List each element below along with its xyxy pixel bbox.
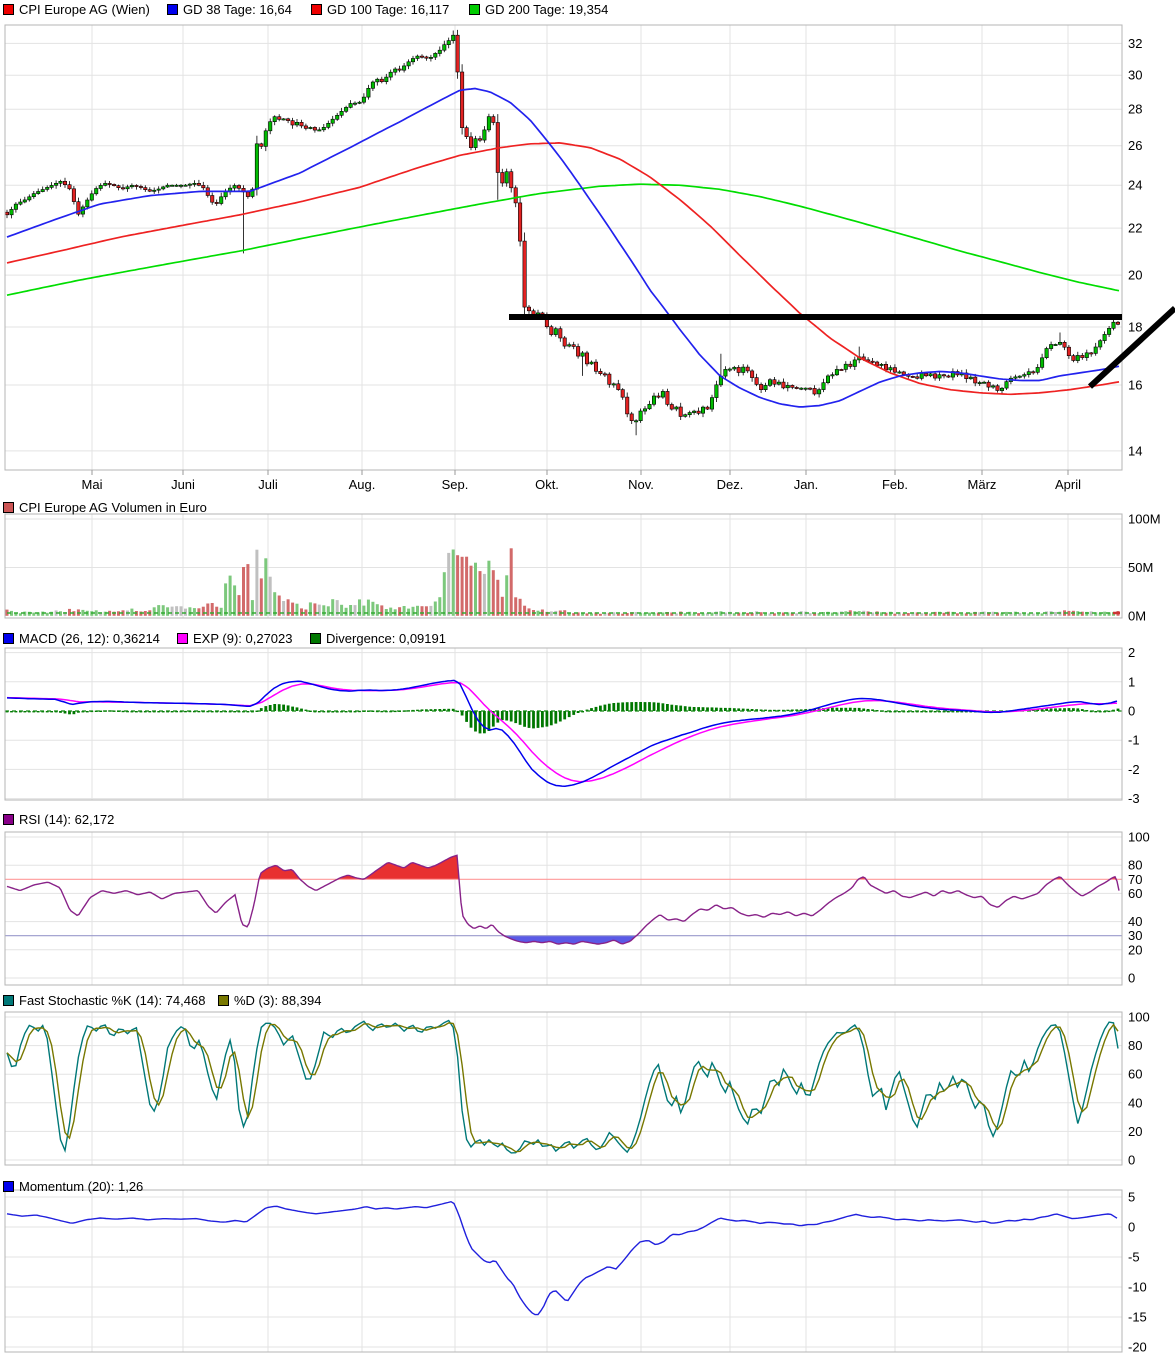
legend-label: CPI Europe AG Volumen in Euro (19, 500, 207, 515)
svg-text:-15: -15 (1128, 1310, 1147, 1325)
svg-text:40: 40 (1128, 1095, 1142, 1110)
x-axis-month-label: Juni (171, 477, 195, 492)
svg-text:-10: -10 (1128, 1280, 1147, 1295)
legend-label: RSI (14): 62,172 (19, 812, 115, 827)
series-swatch-icon (469, 4, 480, 15)
legend-label: GD 200 Tage: 19,354 (485, 2, 609, 17)
svg-text:50M: 50M (1128, 560, 1153, 575)
legend-label: Momentum (20): 1,26 (19, 1179, 144, 1194)
legend-item: GD 38 Tage: 16,64 (167, 2, 292, 17)
series-swatch-icon (3, 502, 14, 513)
svg-text:100M: 100M (1128, 512, 1161, 527)
svg-text:0: 0 (1128, 704, 1135, 719)
svg-text:80: 80 (1128, 1038, 1142, 1053)
svg-text:-1: -1 (1128, 733, 1140, 748)
x-axis-month-label: Okt. (535, 477, 559, 492)
svg-text:32: 32 (1128, 36, 1142, 51)
svg-text:-20: -20 (1128, 1340, 1147, 1355)
legend-item: EXP (9): 0,27023 (177, 631, 293, 646)
legend-label: MACD (26, 12): 0,36214 (19, 631, 160, 646)
series-swatch-icon (3, 633, 14, 644)
svg-text:-5: -5 (1128, 1250, 1140, 1265)
svg-text:100: 100 (1128, 830, 1150, 845)
svg-text:30: 30 (1128, 928, 1142, 943)
svg-text:20: 20 (1128, 1124, 1142, 1139)
svg-text:-2: -2 (1128, 762, 1140, 777)
x-axis-month-label: April (1055, 477, 1081, 492)
svg-text:70: 70 (1128, 872, 1142, 887)
legend-label: CPI Europe AG (Wien) (19, 2, 150, 17)
svg-text:0: 0 (1128, 971, 1135, 986)
svg-text:30: 30 (1128, 68, 1142, 83)
svg-text:14: 14 (1128, 443, 1142, 458)
chart-canvas: 32 30 28 26 24 22 20 18 16 14 100M 50M 0M 2 1 0 -1 -2 -3 10… (4, 24, 1175, 1355)
legend-label: Divergence: 0,09191 (326, 631, 446, 646)
series-swatch-icon (3, 4, 14, 15)
x-axis-month-label: Feb. (882, 477, 908, 492)
legend-label: EXP (9): 0,27023 (193, 631, 293, 646)
legend-label: %D (3): 88,394 (234, 993, 322, 1008)
legend-label: GD 38 Tage: 16,64 (183, 2, 292, 17)
svg-text:80: 80 (1128, 858, 1142, 873)
svg-text:28: 28 (1128, 102, 1142, 117)
series-swatch-icon (177, 633, 188, 644)
legend-label: Fast Stochastic %K (14): 74,468 (19, 993, 206, 1008)
series-swatch-icon (167, 4, 178, 15)
x-axis-month-label: März (968, 477, 997, 492)
svg-text:20: 20 (1128, 942, 1142, 957)
legend-item: CPI Europe AG Volumen in Euro (3, 500, 207, 515)
svg-text:100: 100 (1128, 1010, 1150, 1025)
series-swatch-icon (311, 4, 322, 15)
chart-page: 32 30 28 26 24 22 20 18 16 14 100M 50M 0M 2 1 0 -1 -2 -3 10… (0, 0, 1175, 1358)
x-axis-month-label: Dez. (717, 477, 744, 492)
series-swatch-icon (3, 995, 14, 1006)
legend-item: %D (3): 88,394 (218, 993, 321, 1008)
svg-text:1: 1 (1128, 674, 1135, 689)
series-swatch-icon (3, 814, 14, 825)
legend-label: GD 100 Tage: 16,117 (327, 2, 450, 17)
svg-text:26: 26 (1128, 138, 1142, 153)
svg-text:0: 0 (1128, 1220, 1135, 1235)
svg-text:60: 60 (1128, 886, 1142, 901)
svg-text:20: 20 (1128, 268, 1142, 283)
x-axis-month-label: Sep. (442, 477, 469, 492)
svg-text:40: 40 (1128, 914, 1142, 929)
svg-text:18: 18 (1128, 320, 1142, 335)
legend-item: GD 100 Tage: 16,117 (311, 2, 449, 17)
legend-item: GD 200 Tage: 19,354 (469, 2, 608, 17)
series-swatch-icon (218, 995, 229, 1006)
legend-item: CPI Europe AG (Wien) (3, 2, 150, 17)
legend-item: Momentum (20): 1,26 (3, 1179, 143, 1194)
legend-item: Fast Stochastic %K (14): 74,468 (3, 993, 205, 1008)
x-axis-month-label: Mai (82, 477, 103, 492)
series-swatch-icon (3, 1181, 14, 1192)
svg-text:22: 22 (1128, 221, 1142, 236)
x-axis-month-label: Juli (258, 477, 278, 492)
legend-item: Divergence: 0,09191 (310, 631, 446, 646)
svg-text:2: 2 (1128, 645, 1135, 660)
svg-text:24: 24 (1128, 178, 1142, 193)
svg-text:0: 0 (1128, 1153, 1135, 1168)
x-axis-month-label: Aug. (349, 477, 376, 492)
svg-text:-3: -3 (1128, 791, 1140, 806)
svg-text:16: 16 (1128, 378, 1142, 393)
x-axis-month-label: Nov. (628, 477, 654, 492)
series-swatch-icon (310, 633, 321, 644)
legend-item: MACD (26, 12): 0,36214 (3, 631, 160, 646)
legend-item: RSI (14): 62,172 (3, 812, 114, 827)
svg-text:5: 5 (1128, 1190, 1135, 1205)
svg-text:60: 60 (1128, 1067, 1142, 1082)
svg-text:0M: 0M (1128, 609, 1146, 624)
x-axis-month-label: Jan. (794, 477, 819, 492)
